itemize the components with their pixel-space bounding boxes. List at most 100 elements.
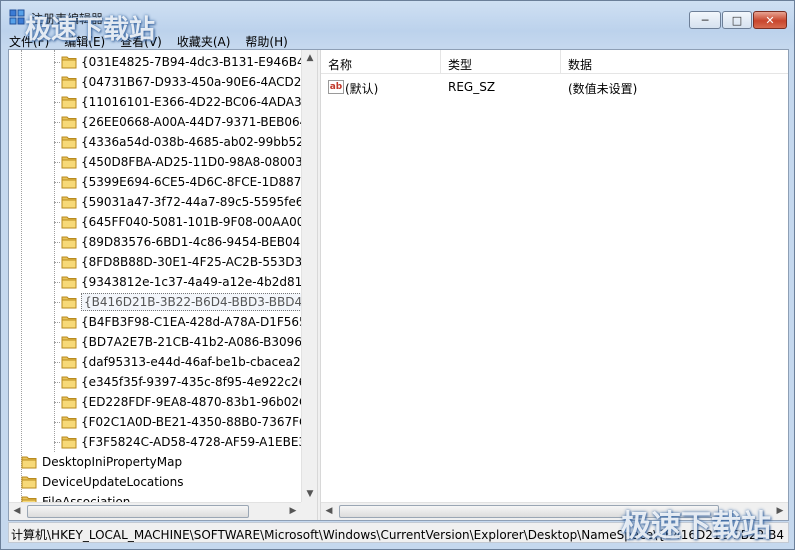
maximize-icon: □	[731, 14, 743, 27]
scroll-corner	[301, 502, 317, 520]
tree-item-label: {daf95313-e44d-46af-be1b-cbacea2c3	[81, 355, 301, 369]
tree-item-label: {e345f35f-9397-435c-8f95-4e922c2625	[81, 375, 301, 389]
tree-vertical-scrollbar[interactable]: ▲ ▼	[301, 50, 317, 502]
tree-item[interactable]: {89D83576-6BD1-4c86-9454-BEB04E9	[9, 232, 301, 252]
tree-guide-line	[54, 322, 60, 323]
tree-item-label: {F02C1A0D-BE21-4350-88B0-7367FC9	[81, 415, 301, 429]
folder-icon	[21, 456, 37, 469]
registry-editor-window: 注册表编辑器 ─ □ ✕ 文件(F) 编辑(E) 查看(V) 收藏夹(A) 帮助…	[0, 0, 795, 550]
folder-icon	[61, 276, 77, 289]
value-type: REG_SZ	[448, 80, 496, 94]
scroll-right-icon[interactable]: ▶	[772, 503, 788, 520]
value-row[interactable]: ab (默认) REG_SZ (数值未设置)	[321, 77, 788, 97]
tree-horizontal-scrollbar[interactable]: ◀ ▶	[9, 502, 301, 520]
watermark-bottom-right: 极速下载站	[621, 509, 771, 544]
tree-guide-line	[54, 282, 60, 283]
tree-item[interactable]: {450D8FBA-AD25-11D0-98A8-0800361	[9, 152, 301, 172]
tree-item[interactable]: {8FD8B88D-30E1-4F25-AC2B-553D3D6	[9, 252, 301, 272]
tree-item[interactable]: {9343812e-1c37-4a49-a12e-4b2d810d	[9, 272, 301, 292]
tree-item[interactable]: {5399E694-6CE5-4D6C-8FCE-1D8870F	[9, 172, 301, 192]
tree-item-label: {11016101-E366-4D22-BC06-4ADA335	[81, 95, 301, 109]
folder-icon	[61, 76, 77, 89]
tree-guide-line	[54, 382, 60, 383]
tree-item[interactable]: {ED228FDF-9EA8-4870-83b1-96b02CFE	[9, 392, 301, 412]
tree-guide-line	[54, 142, 60, 143]
folder-icon	[61, 116, 77, 129]
tree-item[interactable]: {645FF040-5081-101B-9F08-00AA002F	[9, 212, 301, 232]
minimize-button[interactable]: ─	[689, 11, 721, 29]
folder-icon	[61, 436, 77, 449]
folder-icon	[61, 356, 77, 369]
maximize-button[interactable]: □	[722, 11, 752, 29]
column-header-data[interactable]: 数据	[561, 50, 788, 74]
tree-item-label: {9343812e-1c37-4a49-a12e-4b2d810d	[81, 275, 301, 289]
folder-icon	[61, 256, 77, 269]
folder-icon	[61, 156, 77, 169]
tree-item-label: {F3F5824C-AD58-4728-AF59-A1EBE33	[81, 435, 301, 449]
menu-help[interactable]: 帮助(H)	[237, 31, 294, 49]
scroll-right-icon[interactable]: ▶	[285, 503, 301, 520]
editor-panes: {031E4825-7B94-4dc3-B131-E946B44C {04731B…	[8, 49, 789, 521]
tree-item[interactable]: {B4FB3F98-C1EA-428d-A78A-D1F5659	[9, 312, 301, 332]
menu-favorites[interactable]: 收藏夹(A)	[169, 31, 238, 49]
scroll-down-icon[interactable]: ▼	[302, 486, 317, 502]
tree-guide-line	[54, 62, 60, 63]
tree-guide-line	[54, 242, 60, 243]
tree-item-label: FileAssociation	[42, 495, 131, 502]
tree-guide-line	[54, 362, 60, 363]
tree-item[interactable]: {26EE0668-A00A-44D7-9371-BEB064C	[9, 112, 301, 132]
tree-item[interactable]: DesktopIniPropertyMap	[9, 452, 301, 472]
tree-item[interactable]: {11016101-E366-4D22-BC06-4ADA335	[9, 92, 301, 112]
tree-item[interactable]: {F3F5824C-AD58-4728-AF59-A1EBE33	[9, 432, 301, 452]
column-header-type[interactable]: 类型	[441, 50, 561, 74]
string-value-icon: ab	[328, 80, 344, 94]
folder-icon	[61, 236, 77, 249]
folder-icon	[61, 336, 77, 349]
folder-icon	[61, 376, 77, 389]
folder-icon	[61, 396, 77, 409]
tree-item[interactable]: {F02C1A0D-BE21-4350-88B0-7367FC9	[9, 412, 301, 432]
list-header: 名称 类型 数据	[321, 50, 788, 74]
key-tree-pane: {031E4825-7B94-4dc3-B131-E946B44C {04731B…	[9, 50, 317, 520]
tree-item-label: {B4FB3F98-C1EA-428d-A78A-D1F5659	[81, 315, 301, 329]
tree-item[interactable]: {031E4825-7B94-4dc3-B131-E946B44C	[9, 52, 301, 72]
tree-guide-line	[54, 262, 60, 263]
folder-icon	[61, 296, 77, 309]
close-button[interactable]: ✕	[753, 11, 787, 29]
key-tree: {031E4825-7B94-4dc3-B131-E946B44C {04731B…	[9, 50, 301, 502]
tree-item-label: {031E4825-7B94-4dc3-B131-E946B44C	[81, 55, 301, 69]
tree-item[interactable]: DeviceUpdateLocations	[9, 472, 301, 492]
tree-guide-line	[54, 302, 60, 303]
tree-guide-line	[54, 202, 60, 203]
registry-app-icon	[9, 9, 25, 25]
folder-icon	[61, 416, 77, 429]
tree-item-label: {59031a47-3f72-44a7-89c5-5595fe6b3	[81, 195, 301, 209]
tree-item[interactable]: {4336a54d-038b-4685-ab02-99bb52d	[9, 132, 301, 152]
tree-item[interactable]: {04731B67-D933-450a-90E6-4ACD2E9	[9, 72, 301, 92]
tree-scroll-thumb[interactable]	[27, 505, 249, 518]
tree-item[interactable]: {e345f35f-9397-435c-8f95-4e922c2625	[9, 372, 301, 392]
scroll-left-icon[interactable]: ◀	[321, 503, 337, 520]
values-list-pane: 名称 类型 数据 ab (默认) REG_SZ (数值未设置) ◀ ▶	[321, 50, 788, 520]
tree-item[interactable]: {BD7A2E7B-21CB-41b2-A086-B309680	[9, 332, 301, 352]
tree-item[interactable]: {59031a47-3f72-44a7-89c5-5595fe6b3	[9, 192, 301, 212]
value-name: (默认)	[345, 82, 379, 96]
tree-guide-line	[54, 402, 60, 403]
tree-item[interactable]: {daf95313-e44d-46af-be1b-cbacea2c3	[9, 352, 301, 372]
scroll-left-icon[interactable]: ◀	[9, 503, 25, 520]
tree-item[interactable]: FileAssociation	[9, 492, 301, 502]
tree-guide-line	[54, 222, 60, 223]
tree-item-label: {450D8FBA-AD25-11D0-98A8-0800361	[81, 155, 301, 169]
tree-item-label: {645FF040-5081-101B-9F08-00AA002F	[81, 215, 301, 229]
tree-item-label: {4336a54d-038b-4685-ab02-99bb52d	[81, 135, 301, 149]
value-data: (数值未设置)	[568, 82, 638, 96]
scroll-up-icon[interactable]: ▲	[302, 50, 317, 66]
minimize-icon: ─	[701, 14, 709, 27]
folder-icon	[61, 96, 77, 109]
tree-item-selected[interactable]: {B416D21B-3B22-B6D4-BBD3-BBD452DB3D5B}	[9, 292, 301, 312]
tree-guide-line	[54, 102, 60, 103]
watermark-top-left: 极速下载站	[25, 15, 156, 45]
column-header-name[interactable]: 名称	[321, 50, 441, 74]
tree-item-label: {04731B67-D933-450a-90E6-4ACD2E9	[81, 75, 301, 89]
tree-item-label: {89D83576-6BD1-4c86-9454-BEB04E9	[81, 235, 301, 249]
